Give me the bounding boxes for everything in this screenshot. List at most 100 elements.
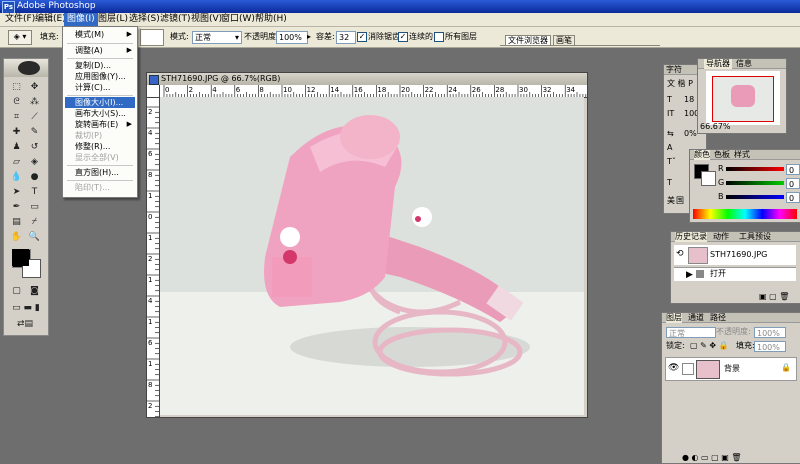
menu-help[interactable]: 帮助(H) [252,13,290,26]
marquee-tool-icon[interactable]: ⬚ [10,81,23,94]
font-size-value[interactable]: 18 [684,95,694,105]
navigator-preview [731,85,755,107]
layer-opacity-field[interactable]: 100% [754,327,786,338]
all-layers-checkbox[interactable] [434,32,444,42]
ruler-origin[interactable] [147,85,160,98]
hand-tool-icon[interactable]: ✋ [10,231,23,244]
tab-history[interactable]: 历史记录 [675,232,707,242]
tolerance-field[interactable]: 32 [336,31,356,44]
menu-separator [67,95,133,96]
language-value-2: 国 [676,196,684,205]
healing-brush-icon[interactable]: ✚ [10,126,23,139]
opacity-arrow-icon[interactable]: ▸ [307,31,311,43]
menu-item-apply-image[interactable]: 应用图像(Y)... [65,71,135,82]
document-title-bar[interactable]: STH71690.JPG @ 66.7%(RGB) [147,73,587,85]
navigator-view-box[interactable] [712,76,774,122]
zoom-tool-icon[interactable]: 🔍 [28,231,41,244]
menu-item-trim[interactable]: 修整(R)... [65,141,135,152]
g-slider[interactable] [726,181,784,185]
screen-mode-icon[interactable]: ▭ ▬ ▮ [6,302,46,315]
color-spectrum-bar[interactable] [693,209,797,219]
eyedropper-icon[interactable]: ⌿ [28,216,41,229]
layer-name: 背景 [724,364,740,373]
history-step-row[interactable]: ▶ 打开 [674,267,796,281]
b-slider[interactable] [726,195,784,199]
pen-tool-icon[interactable]: ✒ [10,201,23,214]
menu-item-adjust[interactable]: 调整(A) ▶ [65,45,135,56]
tab-layers[interactable]: 图层 [666,313,682,323]
tab-styles[interactable]: 样式 [734,150,750,160]
quick-mask-icon[interactable]: ◙ [28,285,41,298]
blur-tool-icon[interactable]: 💧 [10,171,23,184]
history-snapshot-row[interactable]: ⟲ STH71690.JPG [674,245,796,265]
move-tool-icon[interactable]: ✥ [28,81,41,94]
crop-tool-icon[interactable]: ⌗ [10,111,23,124]
menu-item-image-size[interactable]: 图像大小(I)... [65,97,135,108]
r-slider[interactable] [726,167,784,171]
menu-item-mode[interactable]: 模式(M) ▶ [65,29,135,40]
standard-mode-icon[interactable]: ▢ [10,285,23,298]
paint-bucket-icon[interactable]: ◈ [28,156,41,169]
tab-actions[interactable]: 动作 [713,232,729,242]
lock-icons[interactable]: ▢ ✎ ✥ 🔒 [690,341,729,351]
tab-info[interactable]: 信息 [736,59,752,69]
menu-item-canvas-size[interactable]: 画布大小(S)... [65,108,135,119]
history-brush-source-icon[interactable]: ⟲ [676,249,684,259]
paint-bucket-tool-preset[interactable]: ◈ ▾ [8,30,32,45]
layer-row-background[interactable]: 👁 背景 🔒 [665,357,797,381]
app-title: Adobe Photoshop [17,1,96,11]
menu-item-duplicate[interactable]: 复制(D)... [65,60,135,71]
b-value[interactable]: 0 [786,192,800,203]
path-select-icon[interactable]: ➤ [10,186,23,199]
tab-character[interactable]: 字符 [666,65,682,75]
slice-tool-icon[interactable]: ⟋ [28,111,41,124]
tracking-value[interactable]: 0% [684,129,697,139]
tab-navigator[interactable]: 导航器 [704,59,732,69]
mode-select[interactable]: 正常 ▾ [192,31,242,44]
g-value[interactable]: 0 [786,178,800,189]
color-bg-swatch[interactable] [701,171,716,186]
navigator-zoom-value[interactable]: 66.67% [700,122,731,132]
menu-item-calculations[interactable]: 计算(C)... [65,82,135,93]
pattern-swatch[interactable] [140,29,164,46]
layers-footer-icons[interactable]: ● ◐ ▭ ▢ ▣ 🗑 [682,453,797,462]
menu-item-rotate-canvas[interactable]: 旋转画布(E) ▶ [65,119,135,130]
tab-swatches[interactable]: 色板 [714,150,730,160]
menu-item-histogram[interactable]: 直方图(H)... [65,167,135,178]
layer-fill-label: 填充: [736,341,755,350]
language-value[interactable]: 美 [667,196,675,206]
eraser-tool-icon[interactable]: ▱ [10,156,23,169]
tab-paths[interactable]: 路径 [710,313,726,323]
history-brush-icon[interactable]: ↺ [28,141,41,154]
navigator-thumbnail[interactable] [706,71,780,125]
menu-image[interactable]: 图像(I) [64,13,98,26]
dodge-tool-icon[interactable]: ● [28,171,41,184]
layer-link-icon[interactable] [682,363,694,375]
jump-to-imageready-icon[interactable]: ⇄▤ [10,318,40,331]
type-tool-icon[interactable]: T [28,186,41,199]
tab-tool-presets[interactable]: 工具预设 [739,232,771,242]
brush-tool-icon[interactable]: ✎ [28,126,41,139]
layer-fill-field[interactable]: 100% [754,341,786,352]
r-value[interactable]: 0 [786,164,800,175]
lasso-tool-icon[interactable]: ᘓ [10,96,23,109]
shape-tool-icon[interactable]: ▭ [28,201,41,214]
opacity-field[interactable]: 100% [276,31,308,44]
tab-color[interactable]: 颜色 [694,150,710,160]
clone-stamp-icon[interactable]: ♟ [10,141,23,154]
contiguous-checkbox[interactable]: ✓ [398,32,408,42]
blend-mode-select[interactable]: 正常 [666,327,716,338]
faux-bold-icon[interactable]: T [667,178,672,188]
tab-channels[interactable]: 通道 [688,313,704,323]
notes-tool-icon[interactable]: ▤ [10,216,23,229]
magic-wand-icon[interactable]: ⁂ [28,96,41,109]
history-step-name: 打开 [710,269,726,278]
history-footer-icons[interactable]: ▣ ▢ 🗑 [759,292,797,301]
layer-visibility-eye-icon[interactable]: 👁 [668,363,679,373]
document-canvas[interactable] [160,97,584,415]
antialias-checkbox[interactable]: ✓ [357,32,367,42]
history-panel: 历史记录 动作 工具预设 ⟲ STH71690.JPG ▶ 打开 ▣ ▢ 🗑 [670,231,800,304]
antialias-label: 消除锯齿 [368,32,400,41]
font-family-value[interactable]: 文 楷 P [667,79,693,89]
snapshot-thumbnail [688,247,708,264]
